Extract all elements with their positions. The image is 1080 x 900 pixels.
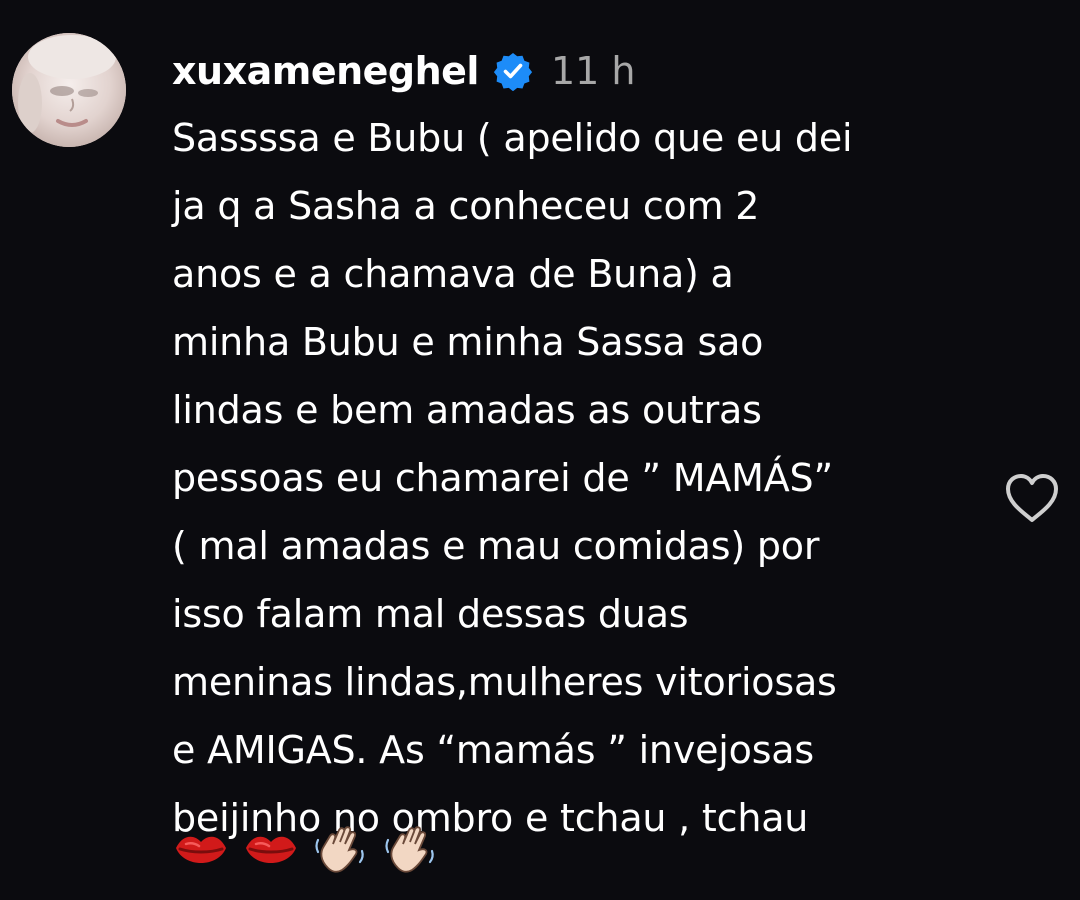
comment-line: e AMIGAS. As “mamás ” invejosas xyxy=(172,728,814,772)
verified-badge-icon xyxy=(493,51,533,92)
comment-line: ( mal amadas e mau comidas) por xyxy=(172,524,820,568)
comment-line: meninas lindas,mulheres vitoriosas xyxy=(172,660,837,704)
comment-text: Sassssa e Bubu ( apelido que eu dei ja q… xyxy=(172,104,992,852)
timestamp: 11 h xyxy=(550,49,636,93)
comment-item: xuxameneghel 11 h Sassssa e Bubu ( apeli… xyxy=(0,0,1080,900)
heart-outline-icon xyxy=(1006,474,1058,522)
comment-line: Sassssa e Bubu ( apelido que eu dei xyxy=(172,116,853,160)
comment-line: pessoas eu chamarei de ” MAMÁS” xyxy=(172,456,833,500)
comment-line: isso falam mal dessas duas xyxy=(172,592,689,636)
emoji-row xyxy=(172,822,440,880)
comment-line: minha Bubu e minha Sassa sao xyxy=(172,320,764,364)
avatar[interactable] xyxy=(12,33,126,147)
username-link[interactable]: xuxameneghel xyxy=(172,49,479,93)
comment-line: ja q a Sasha a conheceu com 2 xyxy=(172,184,760,228)
like-button[interactable] xyxy=(1002,470,1062,526)
waving-hand-icon xyxy=(382,822,440,880)
avatar-photo xyxy=(12,33,126,147)
comment-line: anos e a chamava de Buna) a xyxy=(172,252,734,296)
comment-line: lindas e bem amadas as outras xyxy=(172,388,762,432)
kiss-mark-icon xyxy=(172,822,230,880)
waving-hand-icon xyxy=(312,822,370,880)
comment-header: xuxameneghel 11 h xyxy=(172,40,636,102)
kiss-mark-icon xyxy=(242,822,300,880)
